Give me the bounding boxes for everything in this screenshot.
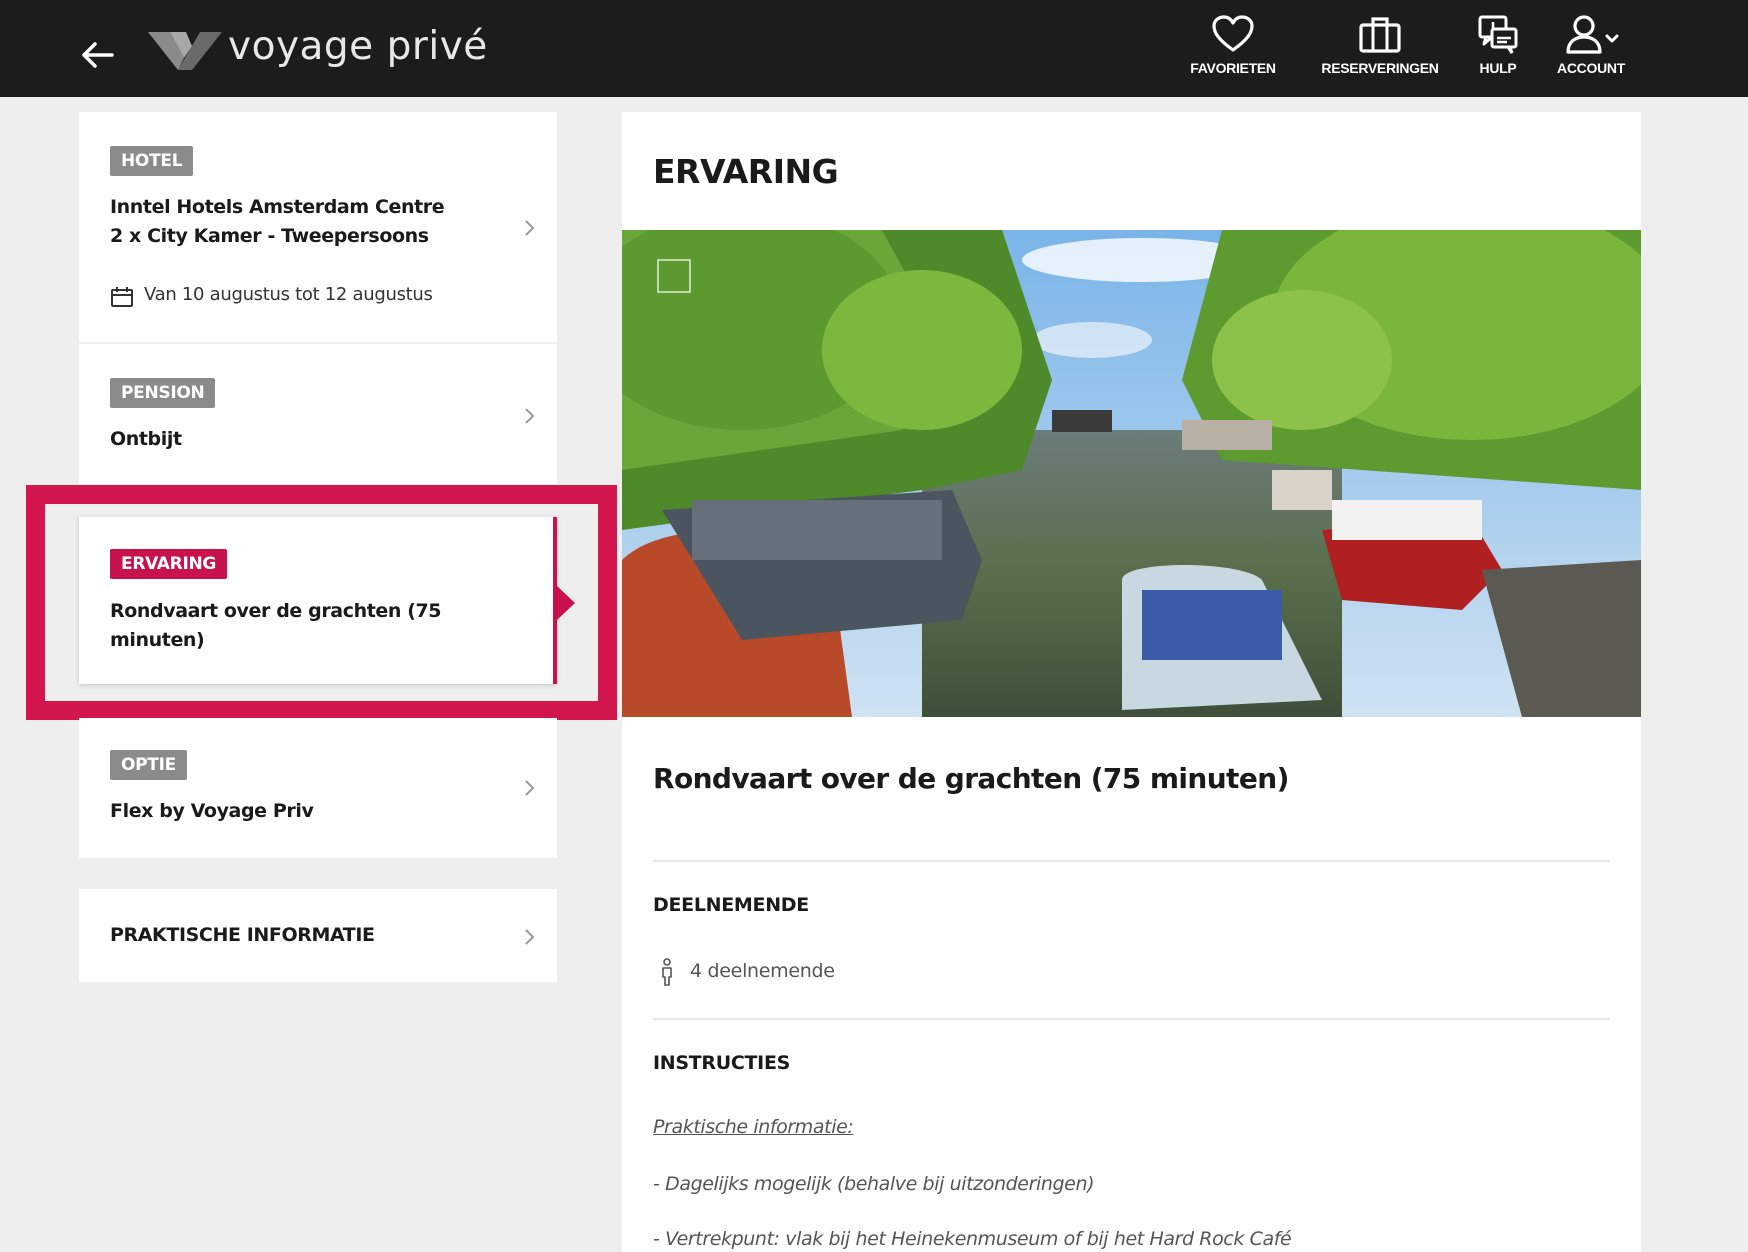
optie-title: Flex by Voyage Priv — [110, 800, 314, 822]
nav-favorieten[interactable]: FAVORIETEN — [1178, 10, 1288, 90]
info-title: PRAKTISCHE INFORMATIE — [110, 924, 375, 946]
participants-heading: DEELNEMENDE — [653, 894, 809, 916]
top-bar: voyage privé FAVORIETEN RESERVERINGEN HU… — [0, 0, 1748, 97]
nav-label: HULP — [1479, 60, 1517, 76]
instructions-heading: INSTRUCTIES — [653, 1052, 791, 1074]
instructions-line: - Vertrekpunt: vlak bij het Heinekenmuse… — [653, 1228, 1292, 1250]
brand-logo-text[interactable]: voyage privé — [228, 24, 488, 69]
highlight-box — [26, 485, 617, 720]
chevron-right-icon[interactable] — [523, 778, 537, 798]
optie-badge: OPTIE — [110, 750, 187, 780]
heart-icon — [1212, 15, 1254, 52]
hotel-dates-text: Van 10 augustus tot 12 augustus — [144, 284, 433, 305]
nav-reserveringen[interactable]: RESERVERINGEN — [1310, 10, 1450, 90]
chevron-right-icon[interactable] — [523, 927, 537, 947]
instructions-line: - Dagelijks mogelijk (behalve bij uitzon… — [653, 1173, 1095, 1195]
divider — [653, 860, 1610, 862]
user-icon — [1566, 15, 1619, 54]
hotel-name: Inntel Hotels Amsterdam Centre — [110, 196, 445, 218]
logo-mark-icon — [148, 32, 222, 70]
sidebar-item-optie[interactable] — [79, 718, 557, 858]
canal-image — [622, 230, 1641, 717]
pension-title: Ontbijt — [110, 428, 182, 450]
suitcase-icon — [1359, 17, 1401, 53]
chevron-right-icon[interactable] — [523, 218, 537, 238]
divider — [653, 1018, 1610, 1020]
page-title: ERVARING — [653, 152, 839, 191]
person-icon — [662, 958, 672, 986]
nav-hulp[interactable]: HULP — [1464, 10, 1532, 90]
sidebar-item-pension[interactable] — [79, 344, 557, 484]
nav-label: ACCOUNT — [1557, 60, 1625, 76]
experience-photo — [622, 230, 1641, 717]
nav-account[interactable]: ACCOUNT — [1546, 10, 1636, 90]
pension-badge: PENSION — [110, 378, 216, 408]
participants-row: 4 deelnemende — [660, 958, 835, 988]
participants-value: 4 deelnemende — [690, 960, 835, 982]
back-arrow-icon[interactable] — [78, 36, 116, 74]
hotel-room: 2 x City Kamer - Tweepersoons — [110, 225, 429, 247]
nav-label: RESERVERINGEN — [1321, 60, 1439, 76]
experience-title: Rondvaart over de grachten (75 minuten) — [653, 762, 1289, 795]
instructions-subheading: Praktische informatie: — [653, 1116, 854, 1138]
chevron-right-icon[interactable] — [523, 406, 537, 426]
hotel-badge: HOTEL — [110, 146, 194, 176]
chat-icon — [1478, 15, 1518, 54]
calendar-icon — [111, 287, 133, 307]
nav-label: FAVORIETEN — [1190, 60, 1276, 76]
